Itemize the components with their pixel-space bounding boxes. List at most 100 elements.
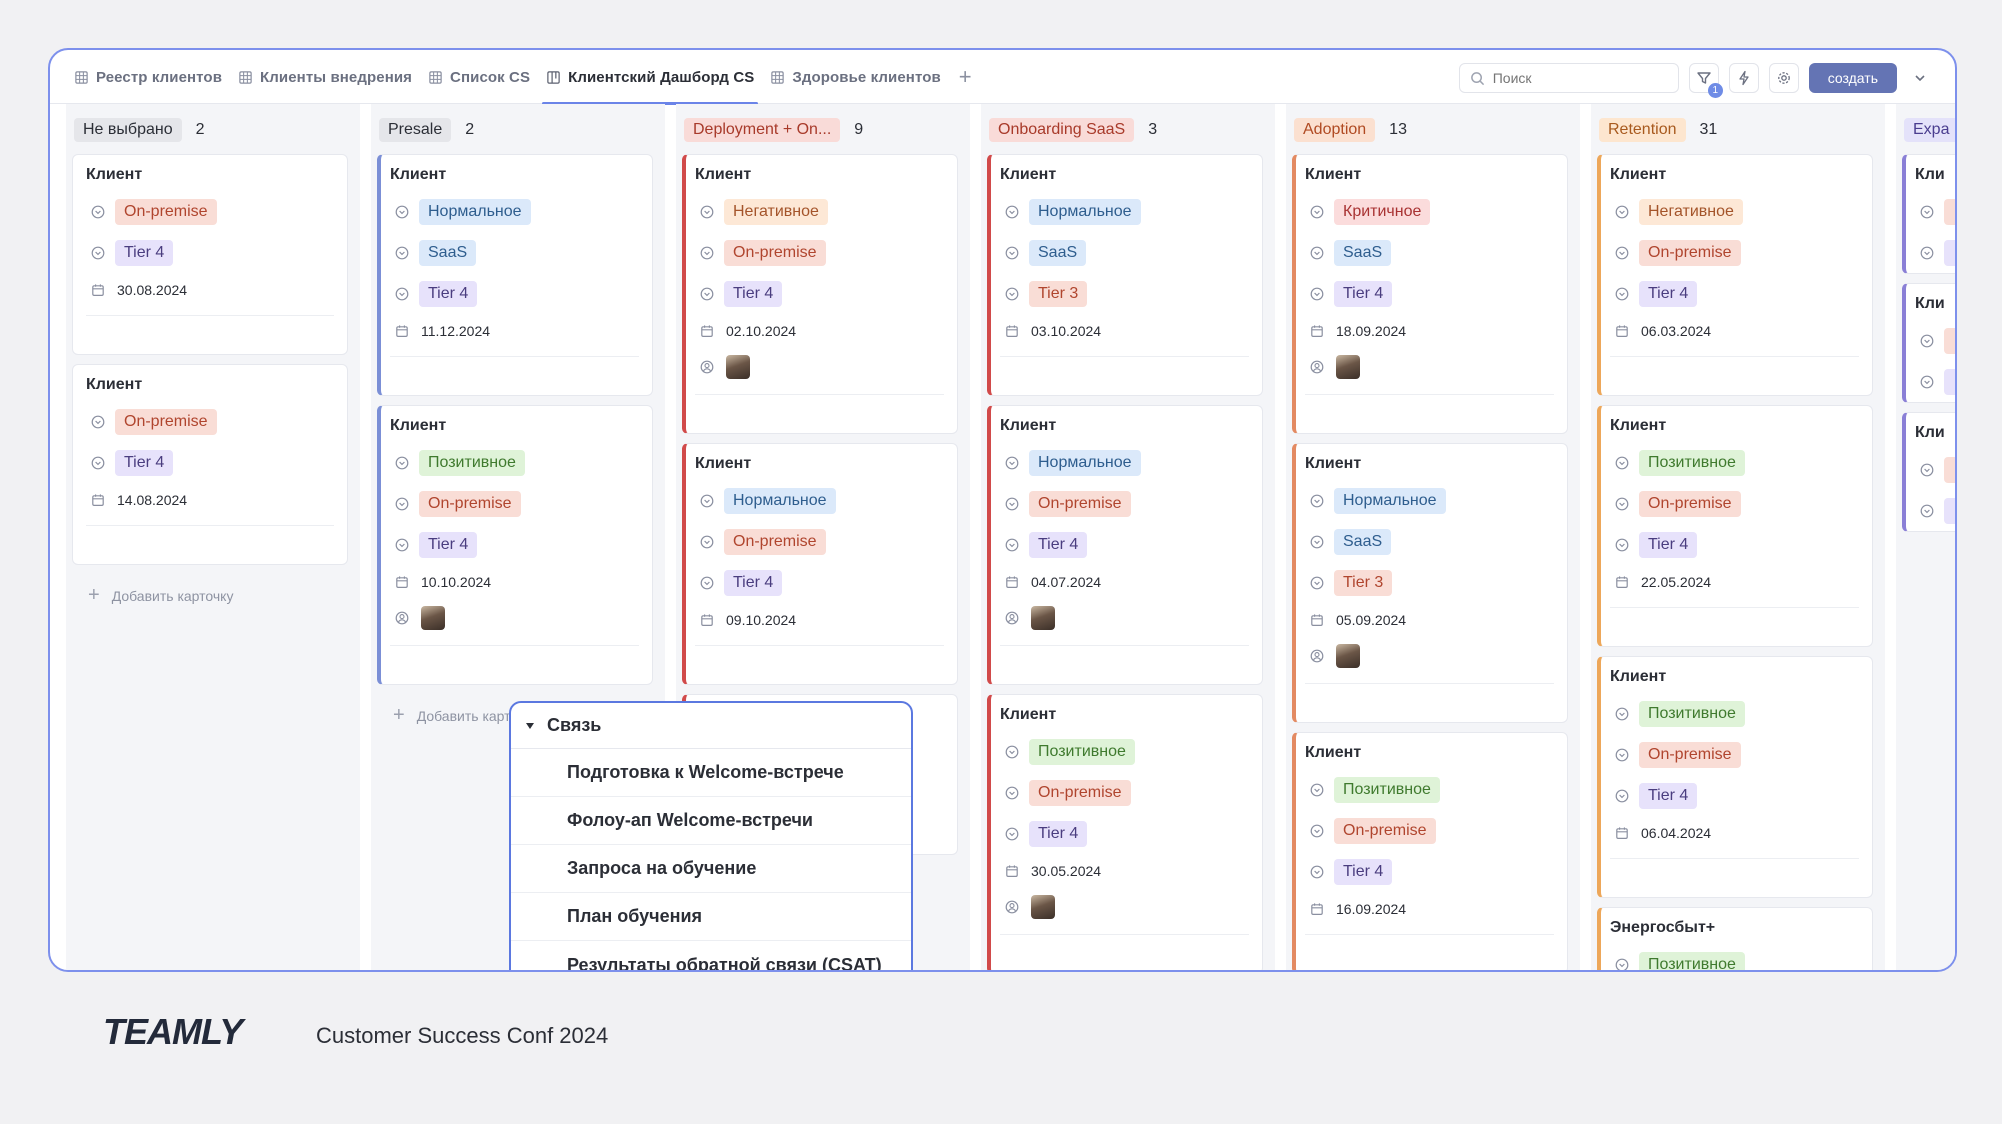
- client-card[interactable]: Кли: [1902, 154, 1955, 274]
- client-card[interactable]: Клиент Позитивное On-premise Tier 4 16.09.20…: [1292, 732, 1568, 970]
- property-tag: On-premise: [724, 239, 826, 266]
- table-icon: [239, 70, 252, 84]
- date-value: 02.10.2024: [726, 323, 797, 339]
- add-card-button[interactable]: + Добавить карточку: [72, 574, 360, 617]
- board-icon: [547, 70, 560, 84]
- caret-down-icon: [526, 722, 534, 729]
- settings-button[interactable]: [1768, 63, 1799, 93]
- search-input[interactable]: [1492, 70, 1663, 86]
- select-property-icon: [1920, 463, 1934, 476]
- column-header[interactable]: Presale 2: [377, 116, 665, 144]
- property-tag: Позитивное: [419, 449, 525, 476]
- client-card[interactable]: Клиент Позитивное On-premise Tier 4 10.10.20…: [377, 405, 653, 685]
- select-property-icon: [1310, 576, 1324, 589]
- client-card[interactable]: Клиент Нормальное On-premise Tier 4 04.07.20…: [987, 405, 1263, 685]
- column-header[interactable]: Deployment + On... 9: [682, 116, 970, 144]
- conference-title: Customer Success Conf 2024: [316, 1023, 609, 1048]
- add-tab-button[interactable]: +: [949, 64, 982, 90]
- client-card[interactable]: Клиент Нормальное On-premise Tier 4 09.10.20…: [682, 443, 958, 685]
- search-box[interactable]: [1458, 63, 1679, 93]
- client-card[interactable]: Клиент Нормальное SaaS Tier 3 05.09.2024: [1292, 443, 1568, 723]
- column-header[interactable]: Adoption 13: [1292, 116, 1580, 144]
- column-title: Не выбрано: [74, 118, 182, 142]
- card-property: [1915, 320, 1955, 361]
- calendar-icon: [1006, 576, 1018, 589]
- client-card[interactable]: Клиент Критичное SaaS Tier 4 18.09.2024: [1292, 154, 1568, 434]
- property-tag: Позитивное: [1639, 449, 1745, 476]
- card-property: On-premise: [1000, 483, 1262, 524]
- property-tag: Tier 4: [1334, 280, 1393, 307]
- client-card[interactable]: Клиент Позитивное On-premise Tier 4 22.05.20…: [1597, 405, 1873, 647]
- client-card[interactable]: Клиент On-premise Tier 4 30.08.2024: [72, 154, 348, 355]
- select-property-icon: [395, 246, 409, 259]
- calendar-icon: [1616, 325, 1628, 338]
- column-header[interactable]: Не выбрано 2: [72, 116, 360, 144]
- dropdown-item[interactable]: Результаты обратной связи (CSAT): [511, 941, 911, 971]
- dropdown-item[interactable]: Запроса на обучение: [511, 845, 911, 893]
- card-property: Нормальное: [1000, 442, 1262, 483]
- card-date: 22.05.2024: [1610, 565, 1872, 599]
- automation-button[interactable]: [1728, 63, 1759, 93]
- client-card[interactable]: Клиент Нормальное SaaS Tier 4 11.12.2024: [377, 154, 653, 396]
- date-value: 16.09.2024: [1336, 901, 1407, 917]
- avatar: [726, 355, 750, 379]
- tab-4[interactable]: Клиентский Дашборд CS: [538, 50, 762, 105]
- card-title: Клиент: [1000, 417, 1057, 434]
- property-tag: Позитивное: [1639, 700, 1745, 727]
- dropdown-item[interactable]: Подготовка к Welcome-встрече: [511, 749, 911, 797]
- column-header[interactable]: Retention 31: [1597, 116, 1885, 144]
- kanban-board: Не выбрано 2 Клиент On-premise Tier 4 30.08.2…: [66, 104, 1955, 970]
- card-property: Tier 4: [390, 273, 652, 314]
- date-value: 11.12.2024: [421, 323, 491, 339]
- card-property: Негативное: [695, 191, 957, 232]
- client-card[interactable]: Кли: [1902, 283, 1955, 403]
- client-card[interactable]: Клиент Позитивное On-premise Tier 4 06.04.20…: [1597, 656, 1873, 898]
- client-card[interactable]: Энергосбыт+ Позитивное: [1597, 907, 1873, 970]
- tab-2[interactable]: Клиенты внедрения: [230, 50, 420, 104]
- dropdown-item[interactable]: Фолоу-ап Welcome-встречи: [511, 797, 911, 845]
- select-property-icon: [1615, 497, 1629, 510]
- select-property-icon: [1310, 824, 1324, 837]
- column-header[interactable]: Onboarding SaaS 3: [987, 116, 1275, 144]
- client-card[interactable]: Клиент On-premise Tier 4 14.08.2024: [72, 364, 348, 565]
- calendar-icon: [701, 325, 713, 338]
- column-header[interactable]: Expa: [1902, 116, 1955, 144]
- property-tag: On-premise: [1639, 490, 1741, 517]
- select-property-icon: [395, 456, 409, 469]
- calendar-icon: [701, 614, 713, 627]
- client-card[interactable]: Клиент Позитивное On-premise Tier 4 30.05.20…: [987, 694, 1263, 970]
- filter-button[interactable]: 1: [1688, 63, 1723, 98]
- gear-icon: [1777, 72, 1790, 84]
- card-property: On-premise: [1305, 810, 1567, 851]
- card-property: On-premise: [390, 483, 652, 524]
- card-assignee: [1305, 637, 1567, 675]
- select-property-icon: [1615, 456, 1629, 469]
- calendar-icon: [396, 576, 408, 589]
- card-property: Нормальное: [1000, 191, 1262, 232]
- user-icon: [1310, 649, 1324, 663]
- dropdown-item[interactable]: План обучения: [511, 893, 911, 941]
- board-column: Adoption 13 Клиент Критичное SaaS Tier 4 18.09…: [1286, 104, 1580, 970]
- tab-1[interactable]: Реестр клиентов: [66, 50, 230, 104]
- property-tag: Негативное: [1639, 198, 1743, 225]
- card-date: 18.09.2024: [1305, 314, 1567, 348]
- card-property: Tier 4: [1610, 524, 1872, 565]
- board-column: Retention 31 Клиент Негативное On-premise Tie…: [1591, 104, 1885, 970]
- more-options-button[interactable]: [1907, 63, 1933, 93]
- calendar-icon: [1311, 614, 1323, 627]
- tab-label: Реестр клиентов: [96, 68, 223, 86]
- client-card[interactable]: Клиент Негативное On-premise Tier 4 02.10.20…: [682, 154, 958, 434]
- client-card[interactable]: Клиент Нормальное SaaS Tier 3 03.10.2024: [987, 154, 1263, 396]
- tab-5[interactable]: Здоровье клиентов: [762, 50, 948, 104]
- property-tag: Tier 3: [1029, 280, 1088, 307]
- avatar: [1336, 644, 1360, 668]
- dropdown-header[interactable]: Связь: [511, 703, 911, 749]
- column-count: 3: [1148, 121, 1158, 138]
- tab-3[interactable]: Список CS: [420, 50, 538, 104]
- card-date: 03.10.2024: [1000, 314, 1262, 348]
- client-card[interactable]: Кли: [1902, 412, 1955, 532]
- select-property-icon: [700, 494, 714, 507]
- client-card[interactable]: Клиент Негативное On-premise Tier 4 06.03.20…: [1597, 154, 1873, 396]
- create-button[interactable]: создать: [1808, 63, 1897, 93]
- card-property: SaaS: [1000, 232, 1262, 273]
